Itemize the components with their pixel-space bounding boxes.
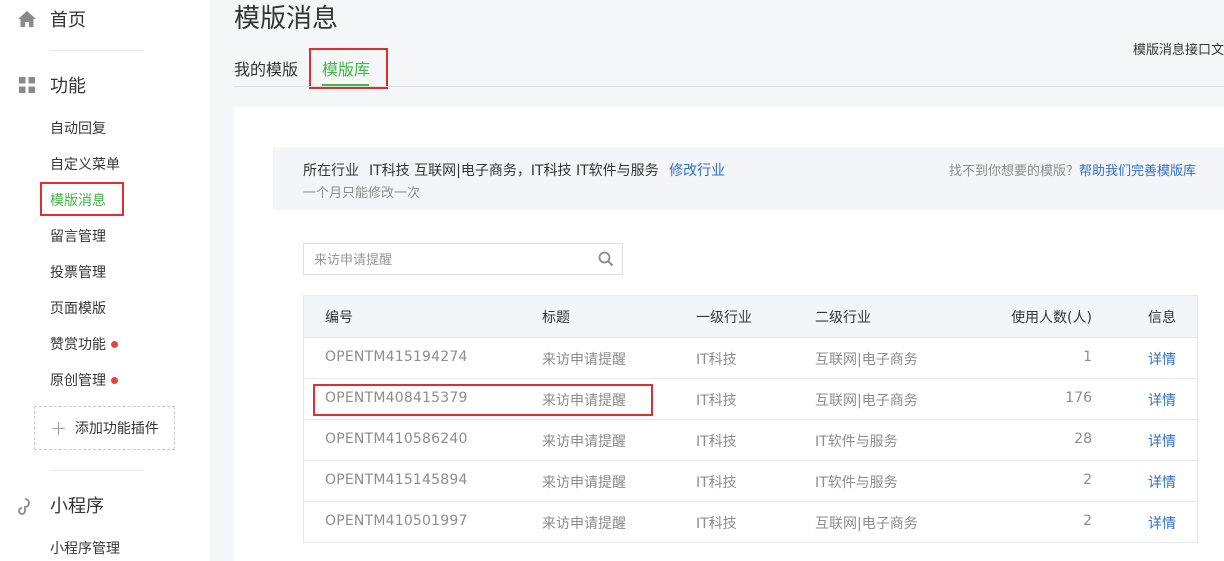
table-row: OPENTM415194274 来访申请提醒 IT科技 互联网|电子商务 1 详…	[304, 337, 1197, 378]
col-header-industry1: 一级行业	[696, 310, 752, 326]
cell-users: 176	[1065, 390, 1092, 406]
add-plugin-label: 添加功能插件	[74, 421, 159, 437]
new-badge-dot	[111, 376, 118, 384]
cell-industry1: IT科技	[696, 352, 737, 368]
table-row: OPENTM410501997 来访申请提醒 IT科技 互联网|电子商务 2 详…	[304, 501, 1197, 542]
page-title: 模版消息	[234, 4, 339, 34]
new-badge-dot	[111, 340, 118, 348]
detail-link[interactable]: 详情	[1148, 390, 1176, 410]
highlight-box	[309, 48, 388, 89]
sidebar-item-label: 自定义菜单	[50, 157, 120, 173]
divider	[50, 50, 144, 51]
cell-industry1: IT科技	[696, 434, 737, 450]
search-input[interactable]	[314, 250, 584, 270]
col-header-info: 信息	[1148, 310, 1176, 326]
cell-users: 28	[1074, 431, 1092, 447]
tab-divider	[234, 86, 1224, 87]
plus-icon: +	[50, 416, 67, 440]
sidebar-item-label: 原创管理	[50, 373, 106, 389]
highlight-box	[40, 182, 124, 216]
search-icon[interactable]	[598, 251, 614, 271]
sidebar-item-votes[interactable]: 投票管理	[50, 262, 106, 282]
tab-my-templates[interactable]: 我的模版	[234, 56, 298, 80]
home-icon	[16, 8, 38, 30]
cell-title: 来访申请提醒	[542, 434, 626, 450]
nav-home[interactable]: 首页	[16, 6, 86, 32]
cell-industry2: 互联网|电子商务	[815, 352, 918, 368]
sidebar-item-label: 赞赏功能	[50, 337, 106, 353]
main-content: 模版消息 我的模版 模版库 模版消息接口文 所在行业 IT科技 互联网|电子商务，…	[210, 0, 1224, 561]
col-header-id: 编号	[325, 310, 353, 326]
sidebar-item-comments[interactable]: 留言管理	[50, 226, 106, 246]
sidebar-item-label: 自动回复	[50, 121, 106, 137]
cell-title: 来访申请提醒	[542, 475, 626, 491]
industry-line: 所在行业 IT科技 互联网|电子商务，IT科技 IT软件与服务 修改行业	[303, 160, 725, 180]
template-table: 编号 标题 一级行业 二级行业 使用人数(人) 信息 OPENTM4151942…	[303, 295, 1198, 543]
cell-id: OPENTM410501997	[325, 513, 468, 529]
col-header-industry2: 二级行业	[815, 310, 871, 326]
table-row: OPENTM408415379 来访申请提醒 IT科技 互联网|电子商务 176…	[304, 378, 1197, 419]
cell-industry1: IT科技	[696, 475, 737, 491]
cell-users: 2	[1083, 472, 1092, 488]
help-link[interactable]: 帮助我们完善模版库	[1079, 164, 1196, 179]
sidebar-item-label: 投票管理	[50, 265, 106, 281]
col-header-users: 使用人数(人)	[1011, 310, 1092, 326]
detail-link[interactable]: 详情	[1148, 472, 1176, 492]
nav-features-label: 功能	[50, 76, 86, 97]
sidebar-item-custom-menu[interactable]: 自定义菜单	[50, 154, 120, 174]
cell-users: 1	[1083, 349, 1092, 365]
cell-industry2: 互联网|电子商务	[815, 393, 918, 409]
industry-value: IT科技 互联网|电子商务，IT科技 IT软件与服务	[369, 163, 659, 179]
content-panel: 所在行业 IT科技 互联网|电子商务，IT科技 IT软件与服务 修改行业 一个月只…	[234, 107, 1224, 561]
cell-users: 2	[1083, 513, 1092, 529]
cell-industry2: IT软件与服务	[815, 434, 898, 450]
detail-link[interactable]: 详情	[1148, 431, 1176, 451]
cell-title: 来访申请提醒	[542, 516, 626, 532]
sidebar-item-original[interactable]: 原创管理	[50, 370, 118, 390]
sidebar-item-auto-reply[interactable]: 自动回复	[50, 118, 106, 138]
link-icon	[16, 494, 38, 516]
detail-link[interactable]: 详情	[1148, 349, 1176, 369]
divider	[50, 470, 144, 471]
detail-link[interactable]: 详情	[1148, 513, 1176, 533]
cell-industry1: IT科技	[696, 393, 737, 409]
modify-hint: 一个月只能修改一次	[303, 186, 421, 201]
table-header: 编号 标题 一级行业 二级行业 使用人数(人) 信息	[304, 296, 1197, 337]
sidebar-item-miniprogram-manage[interactable]: 小程序管理	[50, 538, 120, 558]
add-plugin-button[interactable]: + 添加功能插件	[34, 406, 175, 450]
grid-icon	[16, 74, 38, 96]
sidebar-item-label: 留言管理	[50, 229, 106, 245]
table-row: OPENTM415145894 来访申请提醒 IT科技 IT软件与服务 2 详情	[304, 460, 1197, 501]
sidebar-item-page-templates[interactable]: 页面模版	[50, 298, 106, 318]
industry-prefix: 所在行业	[303, 163, 359, 179]
sidebar-item-label: 页面模版	[50, 301, 106, 317]
nav-features[interactable]: 功能	[16, 72, 86, 98]
nav-miniprogram-label: 小程序	[50, 496, 104, 517]
doc-link[interactable]: 模版消息接口文	[1133, 39, 1224, 58]
nav-miniprogram[interactable]: 小程序	[16, 492, 104, 518]
sidebar-item-label: 小程序管理	[50, 541, 120, 557]
sidebar-item-reward[interactable]: 赞赏功能	[50, 334, 118, 354]
cell-industry1: IT科技	[696, 516, 737, 532]
cell-title: 来访申请提醒	[542, 352, 626, 368]
nav-home-label: 首页	[50, 10, 86, 31]
cell-id: OPENTM415145894	[325, 472, 468, 488]
cell-industry2: IT软件与服务	[815, 475, 898, 491]
industry-info-bar: 所在行业 IT科技 互联网|电子商务，IT科技 IT软件与服务 修改行业 一个月只…	[273, 147, 1224, 210]
table-row: OPENTM410586240 来访申请提醒 IT科技 IT软件与服务 28 详…	[304, 419, 1197, 460]
help-text: 找不到你想要的模版？帮助我们完善模版库	[949, 160, 1196, 179]
sidebar: 首页 功能 自动回复 自定义菜单 模版消息 留言管理 投票管理 页面模版 赞赏功…	[0, 0, 210, 561]
cell-industry2: 互联网|电子商务	[815, 516, 918, 532]
highlight-box	[313, 384, 653, 416]
modify-industry-link[interactable]: 修改行业	[669, 163, 725, 179]
help-prefix: 找不到你想要的模版？	[948, 164, 1079, 179]
cell-id: OPENTM415194274	[325, 349, 468, 365]
search-box	[303, 243, 623, 275]
cell-id: OPENTM410586240	[325, 431, 468, 447]
col-header-title: 标题	[542, 310, 570, 326]
